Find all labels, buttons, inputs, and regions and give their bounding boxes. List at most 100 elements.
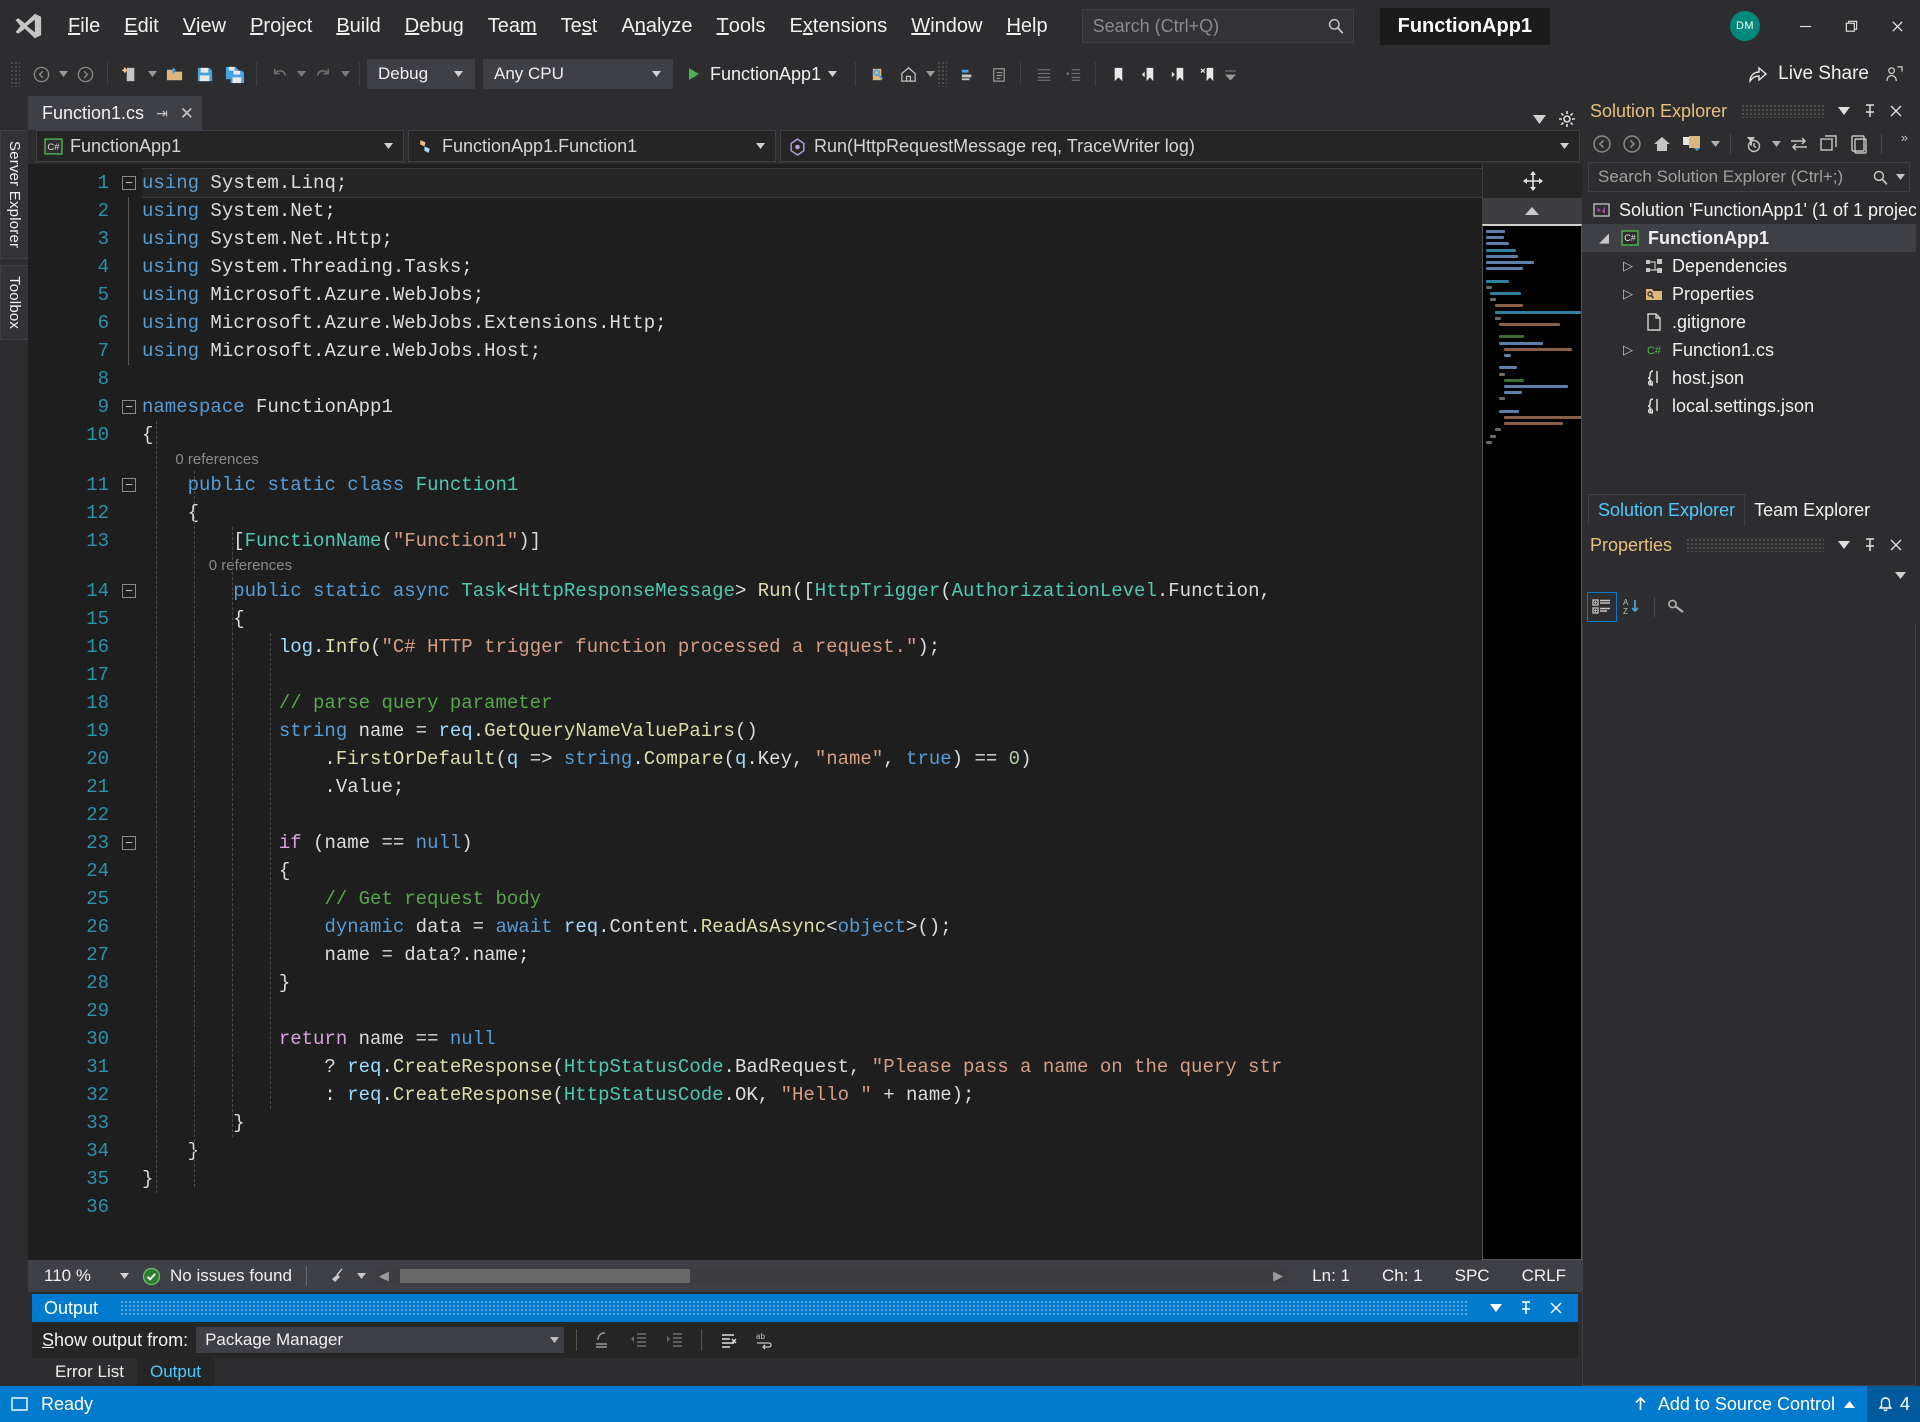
output-panel-title-bar[interactable]: Output: [32, 1294, 1578, 1322]
undo-icon[interactable]: [264, 59, 294, 89]
clear-bookmarks-icon[interactable]: [1193, 59, 1223, 89]
menu-project[interactable]: Project: [238, 0, 324, 52]
zoom-level-combo[interactable]: 110 %: [36, 1263, 134, 1289]
horizontal-scrollbar[interactable]: ◀ ▶: [375, 1267, 1287, 1285]
back-icon[interactable]: [1588, 130, 1616, 158]
pending-changes-filter-icon[interactable]: [1739, 130, 1767, 158]
menu-test[interactable]: Te s t: [549, 0, 610, 52]
menu-edit[interactable]: Edit: [112, 0, 170, 52]
redo-dropdown[interactable]: [338, 60, 352, 88]
chevron-collapsed-icon[interactable]: ▷: [1620, 342, 1636, 358]
manage-accounts-icon[interactable]: [1878, 59, 1908, 89]
main-menu[interactable]: File Edit View Project Build Debug Tea m …: [56, 0, 1060, 52]
menu-build[interactable]: Build: [324, 0, 392, 52]
filter-dropdown[interactable]: [1769, 130, 1783, 158]
alphabetical-view-icon[interactable]: AZ: [1618, 593, 1646, 621]
breakpoint-gutter[interactable]: [28, 164, 56, 1260]
new-project-dropdown[interactable]: [145, 60, 159, 88]
redo-icon[interactable]: [308, 59, 338, 89]
close-icon[interactable]: [1890, 539, 1912, 551]
sidebar-item-toolbox[interactable]: Toolbox: [0, 265, 28, 341]
tree-item-host-json[interactable]: host.json: [1582, 364, 1916, 392]
code-editor-surface[interactable]: 1 2 3 4 5 6 7 8 9 10 11 12 13 14 15 16 17 18 19 20 21 22 23 24 2…: [28, 164, 1582, 1260]
menu-analyze[interactable]: An alyze: [609, 0, 704, 52]
previous-message-icon[interactable]: [625, 1327, 653, 1353]
tree-item--gitignore[interactable]: .gitignore: [1582, 308, 1916, 336]
properties-title-bar[interactable]: Properties: [1582, 530, 1916, 560]
switch-views-dropdown[interactable]: [1708, 130, 1722, 158]
attach-to-process-icon[interactable]: [863, 59, 893, 89]
close-icon[interactable]: [1890, 105, 1912, 117]
increase-indent-icon[interactable]: [1028, 59, 1058, 89]
next-bookmark-icon[interactable]: [1163, 59, 1193, 89]
configuration-combo[interactable]: Debug: [367, 59, 475, 89]
comment-selection-icon[interactable]: [953, 59, 983, 89]
solution-explorer-title-bar[interactable]: Solution Explorer: [1582, 96, 1916, 126]
new-project-icon[interactable]: [115, 59, 145, 89]
next-message-icon[interactable]: [661, 1327, 689, 1353]
toggle-bookmark-icon[interactable]: [1103, 59, 1133, 89]
pin-icon[interactable]: ⇥: [156, 105, 168, 122]
clear-all-icon[interactable]: [714, 1327, 742, 1353]
pin-icon[interactable]: [1864, 538, 1886, 552]
menu-tools[interactable]: Tools: [705, 0, 778, 52]
fold-gutter[interactable]: − − − − −: [118, 164, 142, 1260]
platform-combo[interactable]: Any CPU: [483, 59, 673, 89]
chevron-down-icon[interactable]: [1490, 1304, 1512, 1312]
uncomment-selection-icon[interactable]: [983, 59, 1013, 89]
properties-grid[interactable]: [1582, 624, 1916, 1386]
menu-window[interactable]: Window: [899, 0, 994, 52]
issues-status[interactable]: No issues found: [142, 1266, 292, 1286]
tree-item-list[interactable]: ◢ C# FunctionApp1 ▷ Dependencies ▷ Properties.…: [1582, 224, 1916, 420]
chevron-down-icon[interactable]: [1838, 541, 1860, 549]
scroll-right-icon[interactable]: ▶: [1270, 1268, 1286, 1284]
chevron-down-icon[interactable]: [1533, 114, 1546, 124]
live-preview-icon[interactable]: [893, 59, 923, 89]
notifications-badge[interactable]: 4: [1866, 1386, 1920, 1422]
minimize-button[interactable]: [1782, 0, 1828, 52]
chevron-collapsed-icon[interactable]: ▷: [1620, 258, 1636, 274]
navigate-backward-dropdown[interactable]: [56, 60, 70, 88]
tree-item-local-settings-json[interactable]: local.settings.json: [1582, 392, 1916, 420]
tree-item-properties[interactable]: ▷ Properties: [1582, 280, 1916, 308]
menu-file[interactable]: File: [56, 0, 112, 52]
add-to-source-control-button[interactable]: Add to Source Control: [1620, 1386, 1867, 1422]
property-pages-icon[interactable]: [1663, 593, 1691, 621]
pin-icon[interactable]: [1520, 1301, 1542, 1315]
split-view-handle[interactable]: [1482, 164, 1582, 198]
toolbar-overflow-icon[interactable]: »: [1901, 130, 1908, 145]
chevron-expanded-icon[interactable]: ◢: [1596, 230, 1612, 246]
toolbar-grip[interactable]: [10, 61, 20, 87]
menu-view[interactable]: View: [171, 0, 238, 52]
show-all-files-icon[interactable]: [1845, 130, 1873, 158]
navigate-backward-button[interactable]: [26, 59, 56, 89]
code-text[interactable]: using System.Linq; using System.Net; using…: [142, 164, 1482, 1260]
tree-item-functionapp1[interactable]: ◢ C# FunctionApp1: [1582, 224, 1916, 252]
document-tab-function1[interactable]: Function1.cs ⇥ ✕: [28, 96, 203, 130]
solution-tree[interactable]: Solution 'FunctionApp1' (1 of 1 project)…: [1582, 196, 1916, 494]
close-icon[interactable]: ✕: [180, 104, 194, 124]
sidebar-item-server-explorer[interactable]: Server Explorer: [0, 130, 28, 260]
gear-icon[interactable]: [1558, 110, 1576, 128]
menu-help[interactable]: Help: [994, 0, 1059, 52]
navbar-project-combo[interactable]: C# FunctionApp1: [36, 130, 404, 162]
scroll-left-icon[interactable]: ◀: [376, 1268, 392, 1284]
forward-icon[interactable]: [1618, 130, 1646, 158]
refresh-icon[interactable]: [1815, 130, 1843, 158]
code-scroll-region[interactable]: 1 2 3 4 5 6 7 8 9 10 11 12 13 14 15 16 17 18 19 20 21 22 23 24 2…: [28, 164, 1482, 1260]
navbar-type-combo[interactable]: FunctionApp1.Function1: [408, 130, 776, 162]
code-cleanup-button[interactable]: [329, 1267, 366, 1286]
drag-handle[interactable]: [1686, 538, 1824, 552]
tree-item-dependencies[interactable]: ▷ Dependencies: [1582, 252, 1916, 280]
start-debugging-button[interactable]: FunctionApp1: [681, 59, 848, 89]
chevron-down-icon[interactable]: [1889, 174, 1905, 180]
scroll-thumb[interactable]: [399, 1269, 690, 1283]
tab-team-explorer[interactable]: Team Explorer: [1745, 494, 1879, 526]
undo-dropdown[interactable]: [294, 60, 308, 88]
previous-bookmark-icon[interactable]: [1133, 59, 1163, 89]
minimap[interactable]: [1482, 224, 1582, 1260]
chevron-collapsed-icon[interactable]: ▷: [1620, 286, 1636, 302]
close-icon[interactable]: [1550, 1302, 1572, 1314]
categorized-view-icon[interactable]: [1587, 592, 1617, 622]
decrease-indent-icon[interactable]: [1058, 59, 1088, 89]
